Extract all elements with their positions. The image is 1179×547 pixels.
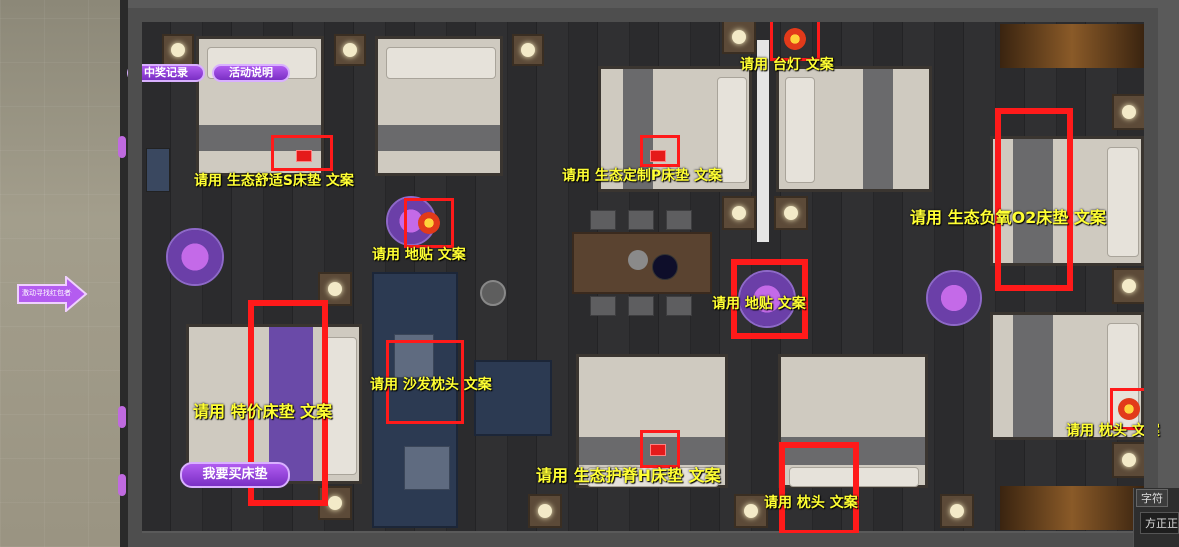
wall-tab xyxy=(118,474,126,496)
corridor-floor xyxy=(0,0,126,547)
sofa-cushion xyxy=(404,446,450,490)
gift-icon[interactable] xyxy=(784,28,806,50)
nightstand xyxy=(334,34,366,66)
lamp-icon xyxy=(171,43,185,57)
win-record-button[interactable]: 中奖记录 xyxy=(127,64,205,82)
lamp-icon xyxy=(1122,105,1136,119)
table-lamp-label: 请用 台灯 文案 xyxy=(740,57,834,73)
pillow-2-label: 请用 枕头 文案 xyxy=(1066,423,1160,439)
nightstand xyxy=(1112,268,1146,304)
red-envelope-icon[interactable] xyxy=(650,444,666,456)
nightstand xyxy=(512,34,544,66)
pillow-1-label: 请用 枕头 文案 xyxy=(764,495,858,511)
floor-sticker xyxy=(166,228,224,286)
red-envelope-icon[interactable] xyxy=(296,150,312,162)
nightstand xyxy=(722,196,756,230)
floor-sticker-1-label: 请用 地贴 文案 xyxy=(372,247,466,263)
font-family-field[interactable]: 方正正 xyxy=(1140,512,1179,534)
nightstand xyxy=(1112,94,1146,130)
pillow-1-hotspot[interactable] xyxy=(779,442,859,536)
mattress-p-label: 请用 生态定制P床垫 文案 xyxy=(562,168,723,184)
lamp-icon xyxy=(521,43,535,57)
lamp-icon xyxy=(343,43,357,57)
bed-p-2[interactable] xyxy=(776,66,932,192)
nightstand xyxy=(774,196,808,230)
lamp-icon xyxy=(744,504,758,518)
chair xyxy=(666,210,692,230)
mattress-o2-label: 请用 生态负氧O2床垫 文案 xyxy=(910,208,1106,227)
lamp-icon xyxy=(950,504,964,518)
chair xyxy=(628,296,654,316)
floor-sticker xyxy=(926,270,982,326)
lamp-icon xyxy=(1122,279,1136,293)
wall-light xyxy=(1000,24,1144,68)
nightstand xyxy=(722,20,756,54)
gift-icon[interactable] xyxy=(1118,398,1140,420)
corridor-wall xyxy=(120,0,128,547)
sofa-pillow-label: 请用 沙发枕头 文案 xyxy=(370,377,492,393)
nightstand xyxy=(1112,442,1146,478)
wall-tab xyxy=(118,136,126,158)
mattress-o2-hotspot[interactable] xyxy=(995,108,1073,291)
tv-cabinet xyxy=(146,148,170,192)
wall-light xyxy=(1000,486,1144,530)
nightstand xyxy=(162,34,194,66)
lamp-icon xyxy=(732,30,746,44)
lamp-icon xyxy=(328,282,342,296)
chair xyxy=(590,296,616,316)
activity-desc-button[interactable]: 活动说明 xyxy=(212,64,290,82)
special-mattress-label: 请用 特价床垫 文案 xyxy=(193,402,333,421)
ottoman xyxy=(474,360,552,436)
red-envelope-icon[interactable] xyxy=(650,150,666,162)
chair xyxy=(590,210,616,230)
floor-sticker-2-label: 请用 地贴 文案 xyxy=(712,296,806,312)
character-tab[interactable]: 字符 xyxy=(1136,489,1168,507)
buy-mattress-button[interactable]: 我要买床垫 xyxy=(180,462,290,488)
lamp-icon xyxy=(784,206,798,220)
lamp-icon xyxy=(732,206,746,220)
lamp-icon xyxy=(538,504,552,518)
bed-s-2[interactable] xyxy=(375,36,503,176)
chair xyxy=(666,296,692,316)
lamp-icon xyxy=(328,496,342,510)
enter-label: 激动寻找红包者~ xyxy=(22,289,72,297)
chair xyxy=(628,210,654,230)
enter-room-arrow-button[interactable]: 激动寻找红包者~ xyxy=(16,274,88,314)
nightstand xyxy=(528,494,562,528)
mattress-h-label: 请用 生态护脊H床垫 文案 xyxy=(536,466,721,485)
mattress-s-label: 请用 生态舒适S床垫 文案 xyxy=(194,173,354,189)
wall-tab xyxy=(118,406,126,428)
floor-lamp xyxy=(480,280,506,306)
lamp-icon xyxy=(1122,453,1136,467)
gift-icon[interactable] xyxy=(418,212,440,234)
dining-table xyxy=(572,232,712,294)
nightstand xyxy=(734,494,768,528)
nightstand xyxy=(940,494,974,528)
